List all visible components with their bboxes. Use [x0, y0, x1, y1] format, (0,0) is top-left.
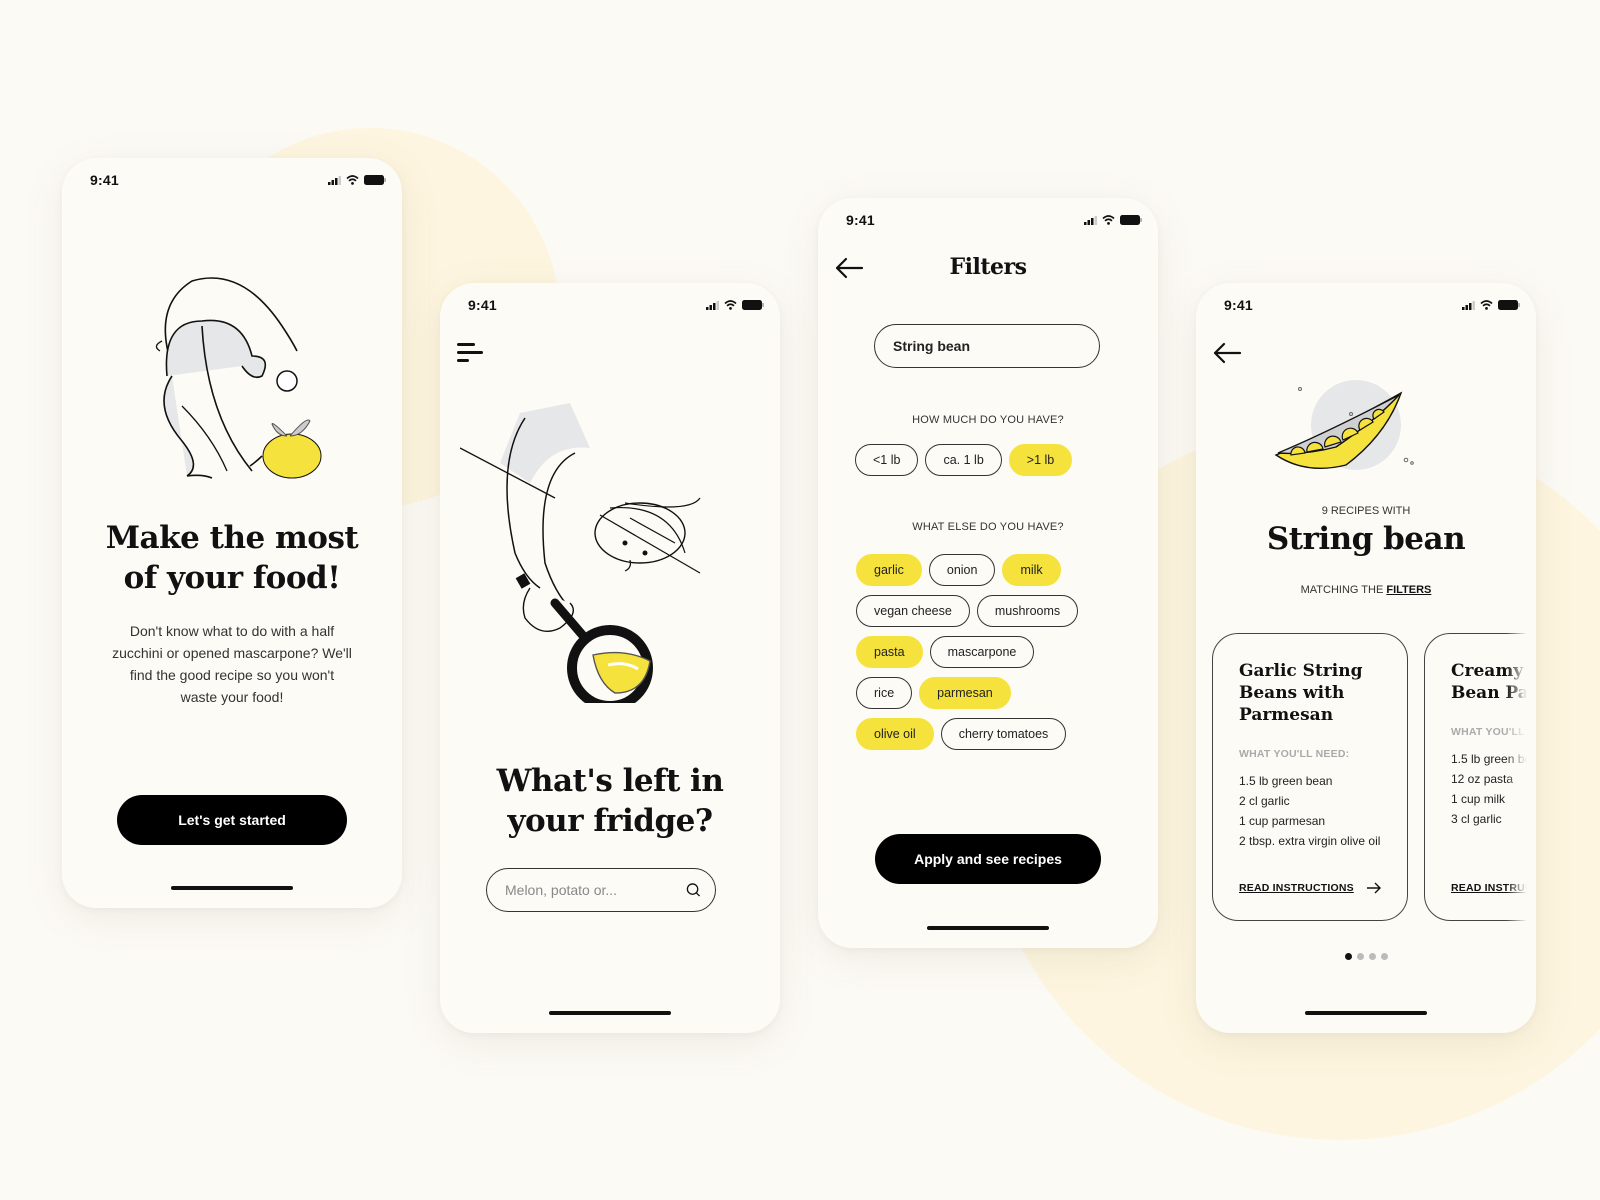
filters-link[interactable]: FILTERS	[1386, 584, 1431, 596]
ingredient-chip[interactable]: mushrooms	[976, 595, 1079, 627]
apply-filters-button[interactable]: Apply and see recipes	[875, 834, 1101, 884]
ingredient-chip[interactable]: mascarpone	[929, 636, 1035, 668]
page-title: Filters	[949, 254, 1027, 280]
status-time: 9:41	[1224, 297, 1253, 313]
pagination-dot[interactable]	[1380, 953, 1388, 960]
status-time: 9:41	[846, 212, 875, 228]
home-indicator	[549, 1011, 671, 1015]
matching-filters-text: MATCHING THE FILTERS	[1300, 584, 1432, 596]
ingredient-chip-selected[interactable]: garlic	[856, 554, 922, 586]
ingredient-search-input[interactable]	[893, 338, 1089, 354]
status-bar: 9:41	[440, 283, 780, 327]
ingredient-item: 1 cup parmesan	[1239, 814, 1326, 828]
wifi-icon	[724, 300, 737, 310]
ingredient-chip[interactable]: onion	[928, 554, 996, 586]
home-indicator	[1305, 1011, 1427, 1015]
home-indicator	[927, 926, 1049, 930]
status-time: 9:41	[90, 172, 119, 188]
get-started-button[interactable]: Let's get started	[117, 795, 347, 845]
home-indicator	[171, 886, 293, 890]
signal-icon	[328, 175, 341, 185]
ingredient-chip[interactable]: rice	[856, 677, 913, 709]
ingredient-list: 1.5 lb green bean 2 cl garlic 1 cup parm…	[1239, 774, 1407, 849]
amount-options: <1 lb ca. 1 lb >1 lb	[855, 444, 1073, 476]
pagination-dot[interactable]	[1356, 953, 1364, 960]
pagination-dot[interactable]	[1368, 953, 1376, 960]
ingredient-chip-selected[interactable]: parmesan	[919, 677, 1011, 709]
search-icon[interactable]	[686, 882, 701, 898]
arrow-right-icon	[1366, 882, 1381, 894]
wifi-icon	[1102, 215, 1115, 225]
pagination-dot-active[interactable]	[1344, 953, 1352, 960]
ingredients-section-label: WHAT ELSE DO YOU HAVE?	[912, 521, 1064, 533]
back-arrow-icon[interactable]	[1212, 341, 1242, 365]
ingredient-chip[interactable]: vegan cheese	[856, 595, 970, 627]
ingredient-chip-selected[interactable]: milk	[1002, 554, 1061, 586]
ingredient-chip-selected[interactable]: pasta	[856, 636, 923, 668]
amount-chip[interactable]: ca. 1 lb	[925, 444, 1002, 476]
signal-icon	[1084, 215, 1097, 225]
ingredient-item: 2 tbsp. extra virgin olive oil	[1239, 834, 1381, 848]
signal-icon	[1462, 300, 1475, 310]
amount-chip[interactable]: <1 lb	[855, 444, 919, 476]
ingredient-item: 1.5 lb green bean	[1239, 774, 1333, 788]
person-bending-over-illustration	[155, 277, 322, 479]
onboarding-title: Make the most of your food!	[105, 520, 359, 596]
ingredient-chip[interactable]: cherry tomatoes	[940, 718, 1067, 750]
status-bar: 9:41	[62, 158, 402, 202]
amount-chip-selected[interactable]: >1 lb	[1008, 444, 1073, 476]
ingredient-chip-selected[interactable]: olive oil	[856, 718, 934, 750]
wifi-icon	[346, 175, 359, 185]
fridge-search-screen: 9:41 What's left in your fridge?	[440, 283, 780, 1033]
recipe-results-screen: 9:41 9 RECIPES WITH String bean MATCHING…	[1196, 283, 1536, 1033]
signal-icon	[706, 300, 719, 310]
ingredient-search-field[interactable]	[874, 324, 1100, 368]
amount-section-label: HOW MUCH DO YOU HAVE?	[912, 414, 1064, 426]
page-title: String bean	[1266, 521, 1466, 557]
person-cooking-illustration	[460, 403, 701, 703]
carousel-pagination	[1196, 953, 1536, 960]
battery-icon	[1498, 300, 1520, 310]
onboarding-description: Don't know what to do with a half zucchi…	[112, 623, 352, 705]
ingredient-search-field[interactable]	[486, 868, 716, 912]
filters-screen: 9:41 Filters HOW MUCH DO YOU HAVE? <1 lb…	[818, 198, 1158, 948]
ingredients-heading: WHAT YOU'LL NEED:	[1239, 748, 1350, 760]
onboarding-screen: 9:41 Make the most of your food! Don't k…	[62, 158, 402, 908]
ingredient-search-input[interactable]	[505, 882, 686, 898]
wifi-icon	[1480, 300, 1493, 310]
status-bar: 9:41	[1196, 283, 1536, 327]
status-time: 9:41	[468, 297, 497, 313]
fridge-title: What's left in your fridge?	[496, 763, 724, 839]
menu-icon[interactable]	[457, 341, 485, 367]
ingredient-item: 2 cl garlic	[1239, 794, 1290, 808]
read-instructions-link[interactable]: READ INSTRUCTIONS	[1239, 882, 1382, 894]
string-bean-pod-illustration	[1274, 380, 1414, 470]
battery-icon	[742, 300, 764, 310]
battery-icon	[1120, 215, 1142, 225]
battery-icon	[364, 175, 386, 185]
recipe-card[interactable]: Garlic String Beans with Parmesan WHAT Y…	[1212, 633, 1408, 921]
recipe-title: Garlic String Beans with Parmesan	[1239, 661, 1363, 725]
ingredient-chips: garlic onion milk vegan cheese mushrooms…	[856, 554, 1096, 750]
recipe-count: 9 RECIPES WITH	[1321, 505, 1411, 517]
status-bar: 9:41	[818, 198, 1158, 242]
